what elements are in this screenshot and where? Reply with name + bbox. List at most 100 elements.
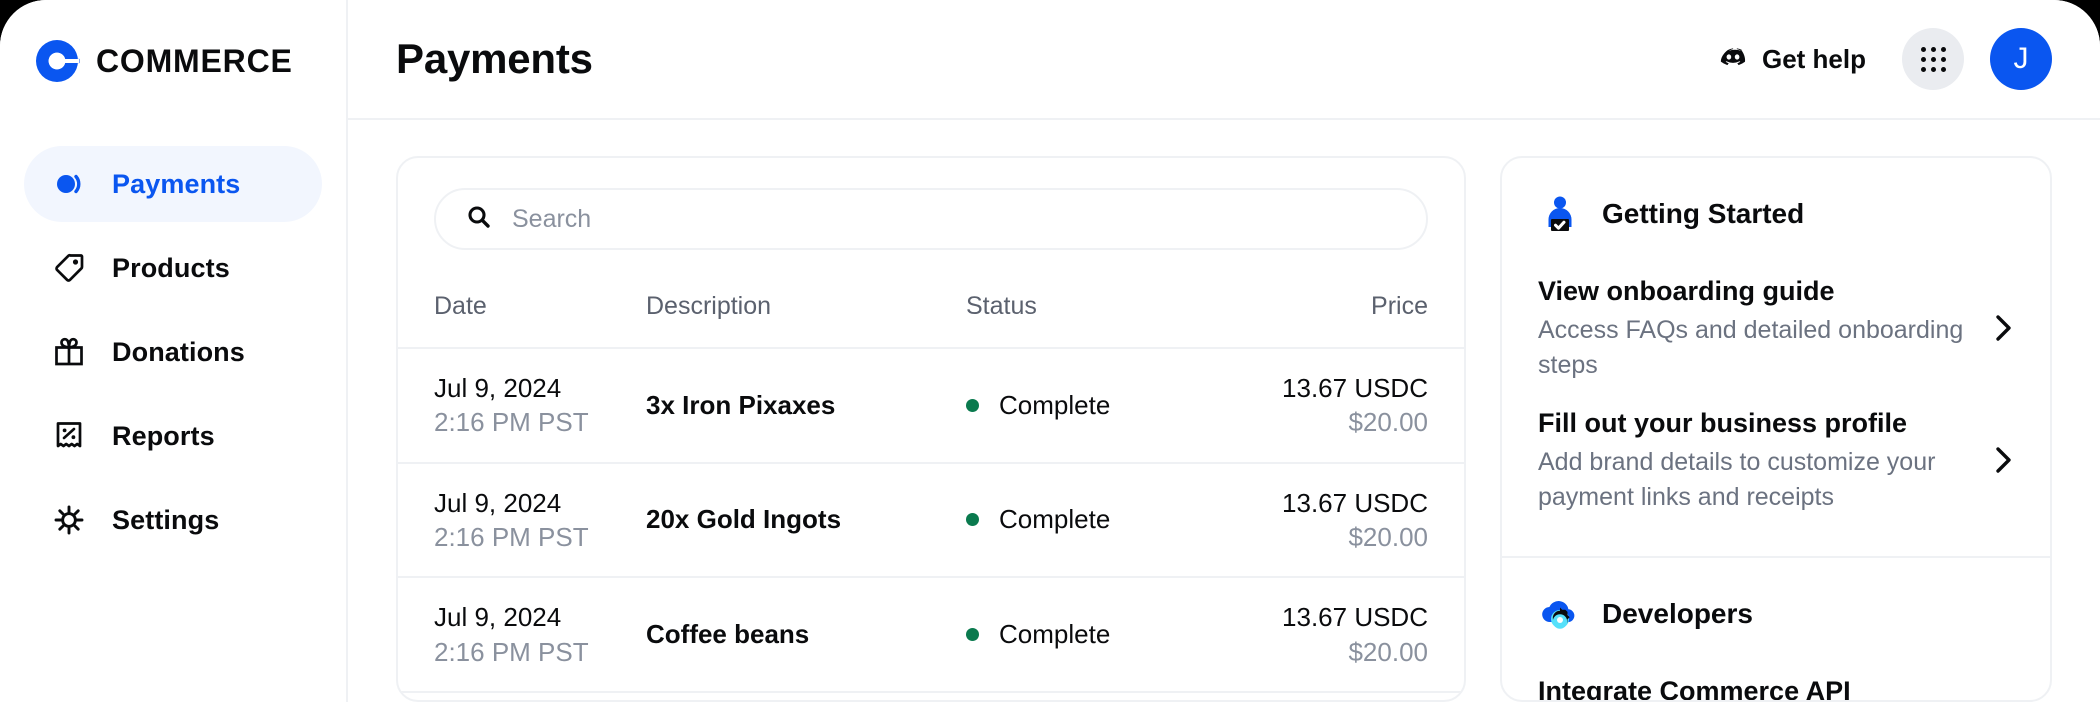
person-check-badge-icon [1538, 192, 1582, 236]
row-price-crypto: 13.67 USDC [1282, 373, 1428, 403]
row-status: Complete [999, 504, 1111, 535]
table-row[interactable]: Jul 9, 2024 2:16 PM PST 20x Gold Ingots … [398, 462, 1464, 579]
status-dot-icon [966, 628, 979, 642]
sidebar-item-label: Donations [112, 336, 245, 367]
column-header-status[interactable]: Status [966, 278, 1215, 349]
panel-row-business-profile[interactable]: Fill out your business profile Add brand… [1538, 396, 2014, 528]
sidebar-item-label: Settings [112, 504, 220, 535]
cell-status: Complete [966, 577, 1215, 693]
status-dot-icon [966, 398, 979, 412]
sidebar-item-label: Reports [112, 420, 215, 451]
payments-card: Date Description Status Price Jul 9, 202… [396, 156, 1466, 702]
row-time: 2:16 PM PST [434, 521, 589, 552]
developers-section: Developers Integrate Commerce API Use AP… [1502, 556, 2050, 702]
section-title: Getting Started [1602, 198, 1805, 229]
cell-price: 13.67 USDC $20.00 [1215, 577, 1464, 693]
search-box[interactable] [434, 188, 1428, 250]
coinbase-commerce-logo-icon [34, 38, 80, 84]
cloud-gear-icon [1538, 592, 1582, 636]
sidebar-item-label: Payments [112, 168, 241, 199]
row-date: Jul 9, 2024 [434, 373, 562, 403]
get-help-button[interactable]: Get help [1707, 34, 1876, 85]
getting-started-section: Getting Started View onboarding guide Ac… [1502, 158, 2050, 556]
top-bar-actions: Get help J [1707, 28, 2052, 90]
table-body: Jul 9, 2024 2:16 PM PST 3x Iron Pixaxes … [398, 348, 1464, 693]
tag-icon [52, 251, 86, 285]
sidebar: COMMERCE Payments Products Donations Rep… [0, 0, 348, 702]
brand-name: COMMERCE [96, 42, 293, 79]
chevron-right-icon [1992, 311, 2014, 345]
panel-row-title: Fill out your business profile [1538, 408, 1908, 439]
panel-row-text: Fill out your business profile Add brand… [1538, 406, 1974, 514]
panel-row-text: View onboarding guide Access FAQs and de… [1538, 274, 1974, 382]
column-header-date[interactable]: Date [398, 278, 646, 349]
cell-price: 13.67 USDC $20.00 [1215, 462, 1464, 579]
sidebar-item-donations[interactable]: Donations [24, 314, 322, 390]
chevron-right-icon [1992, 443, 2014, 477]
panel-row-subtitle: Add brand details to customize your paym… [1538, 448, 1936, 511]
row-date: Jul 9, 2024 [434, 602, 562, 633]
developers-header: Developers [1538, 592, 2014, 636]
cell-status: Complete [966, 348, 1215, 464]
row-price-crypto: 13.67 USDC [1282, 602, 1428, 633]
table-row[interactable]: Jul 9, 2024 2:16 PM PST Coffee beans Com… [398, 577, 1464, 693]
cell-date: Jul 9, 2024 2:16 PM PST [398, 348, 646, 464]
row-time: 2:16 PM PST [434, 407, 589, 438]
brand[interactable]: COMMERCE [0, 30, 346, 92]
panel-row-text: Integrate Commerce API Use API to progra… [1538, 674, 1974, 702]
cell-description: Coffee beans [646, 577, 966, 693]
row-description: Coffee beans [646, 619, 810, 650]
main-area: Payments Get help J Search Date Descript… [348, 0, 2100, 702]
grid-dots [1920, 46, 1946, 72]
cell-date: Jul 9, 2024 2:16 PM PST [398, 462, 646, 579]
search-area [398, 158, 1464, 278]
status-dot-icon [966, 513, 979, 527]
column-header-description[interactable]: Description [646, 278, 966, 349]
status-badge: Complete [966, 390, 1215, 421]
row-status: Complete [999, 389, 1111, 420]
cell-status: Complete [966, 462, 1215, 579]
page-title: Payments [396, 35, 593, 82]
content-area: Date Description Status Price Jul 9, 202… [348, 120, 2100, 702]
sidebar-item-products[interactable]: Products [24, 230, 322, 306]
get-help-label: Get help [1761, 43, 1866, 74]
avatar[interactable]: J [1990, 28, 2052, 90]
row-description: 3x Iron Pixaxes [646, 389, 836, 420]
sidebar-nav: Payments Products Donations Reports Sett… [0, 146, 346, 558]
grid-apps-icon[interactable] [1902, 28, 1964, 90]
cell-description: 20x Gold Ingots [646, 462, 966, 579]
row-description: 20x Gold Ingots [646, 504, 842, 535]
panel-row-subtitle: Access FAQs and detailed onboarding step… [1538, 316, 1964, 379]
column-header-price[interactable]: Price [1215, 278, 1464, 349]
row-price-fiat: $20.00 [1348, 521, 1428, 552]
row-price-fiat: $20.00 [1348, 407, 1428, 438]
avatar-initial: J [2013, 42, 2029, 75]
panel-row-title: View onboarding guide [1538, 276, 1835, 306]
panel-row-commerce-api[interactable]: Integrate Commerce API Use API to progra… [1538, 664, 2014, 702]
cell-description: 3x Iron Pixaxes [646, 348, 966, 464]
section-title: Developers [1602, 598, 1753, 630]
discord-icon [1717, 42, 1747, 77]
table-header-row: Date Description Status Price [398, 278, 1464, 349]
cell-date: Jul 9, 2024 2:16 PM PST [398, 577, 646, 693]
row-date: Jul 9, 2024 [434, 487, 562, 518]
gear-icon [52, 503, 86, 537]
payments-circle-icon [52, 167, 86, 201]
row-time: 2:16 PM PST [434, 636, 589, 667]
status-badge: Complete [966, 504, 1215, 535]
top-bar: Payments Get help J [348, 0, 2100, 120]
search-input[interactable] [512, 204, 1396, 234]
panel-row-onboarding-guide[interactable]: View onboarding guide Access FAQs and de… [1538, 264, 2014, 396]
getting-started-header: Getting Started [1538, 192, 2014, 236]
table-header: Date Description Status Price [398, 278, 1464, 349]
sidebar-item-reports[interactable]: Reports [24, 398, 322, 474]
row-price-fiat: $20.00 [1348, 636, 1428, 667]
sidebar-item-settings[interactable]: Settings [24, 482, 322, 558]
receipt-percent-icon [52, 419, 86, 453]
panel-row-title: Integrate Commerce API [1538, 676, 1851, 702]
payments-table: Date Description Status Price Jul 9, 202… [398, 278, 1464, 693]
sidebar-item-payments[interactable]: Payments [24, 146, 322, 222]
table-row[interactable]: Jul 9, 2024 2:16 PM PST 3x Iron Pixaxes … [398, 348, 1464, 464]
app-window: COMMERCE Payments Products Donations Rep… [0, 0, 2100, 702]
status-badge: Complete [966, 619, 1215, 650]
